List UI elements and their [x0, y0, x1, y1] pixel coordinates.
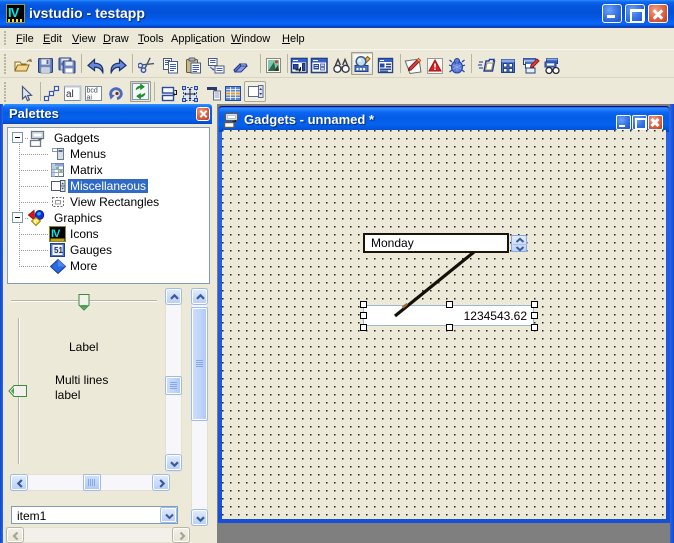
svg-text:al: al	[66, 89, 74, 100]
svg-text:bcd: bcd	[87, 88, 98, 95]
svg-text:ai: ai	[87, 95, 93, 102]
